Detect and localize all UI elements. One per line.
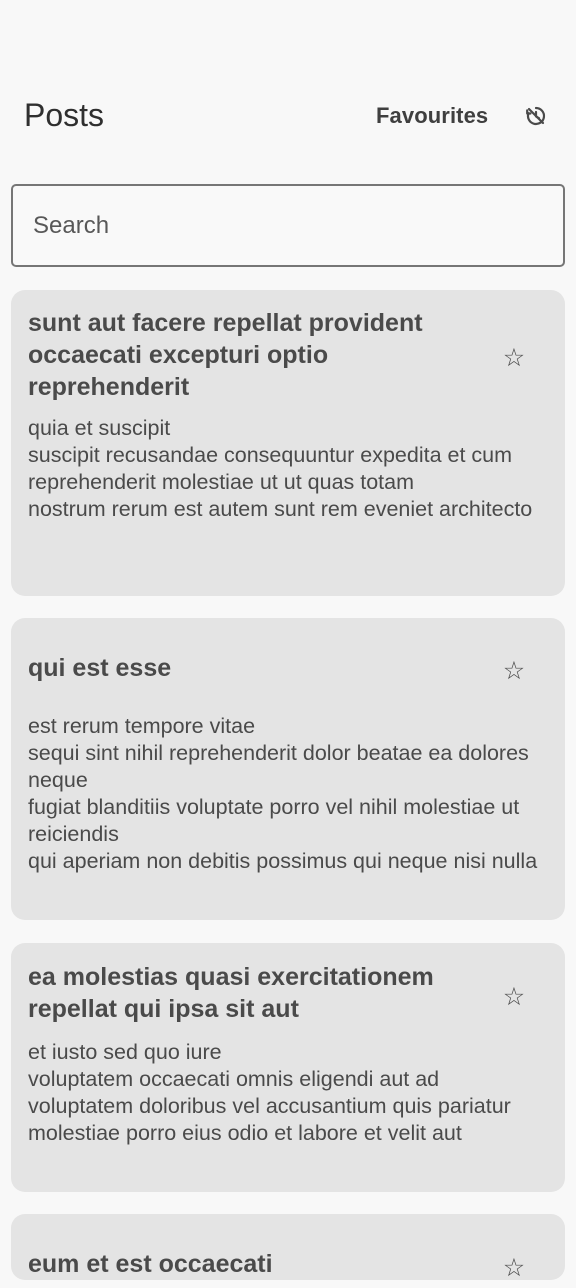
post-title: eum et est occaecati (28, 1250, 273, 1278)
post-body: quia et suscipit suscipit recusandae con… (28, 416, 533, 521)
post-card[interactable]: sunt aut facere repellat provident occae… (11, 290, 565, 596)
post-card[interactable]: ea molestias quasi exercitationem repell… (11, 943, 565, 1192)
favourite-star-button[interactable]: ☆ (494, 977, 534, 1017)
search-field[interactable] (11, 184, 565, 267)
post-body: et iusto sed quo iure voluptatem occaeca… (28, 1040, 511, 1145)
star-outline-icon: ☆ (502, 344, 526, 372)
post-title: ea molestias quasi exercitationem repell… (28, 963, 434, 1023)
post-body: est rerum tempore vitae sequi sint nihil… (28, 714, 538, 873)
post-card[interactable]: qui est esse ☆ est rerum tempore vitae s… (11, 618, 565, 920)
history-button[interactable] (516, 96, 556, 136)
post-card[interactable]: eum et est occaecati ☆ (11, 1214, 565, 1282)
search-input[interactable] (13, 186, 563, 265)
favourites-button[interactable]: Favourites (368, 96, 496, 136)
page-title: Posts (24, 97, 105, 133)
star-outline-icon: ☆ (502, 983, 526, 1011)
post-title: sunt aut facere repellat provident occae… (28, 309, 423, 401)
favourite-star-button[interactable]: ☆ (494, 338, 534, 378)
star-outline-icon: ☆ (502, 657, 526, 685)
favourite-star-button[interactable]: ☆ (494, 651, 534, 691)
post-title: qui est esse (28, 654, 172, 682)
favourite-star-button[interactable]: ☆ (494, 1248, 534, 1288)
app-bar: Posts Favourites (0, 0, 576, 170)
history-icon (526, 106, 546, 126)
star-outline-icon: ☆ (502, 1254, 526, 1282)
